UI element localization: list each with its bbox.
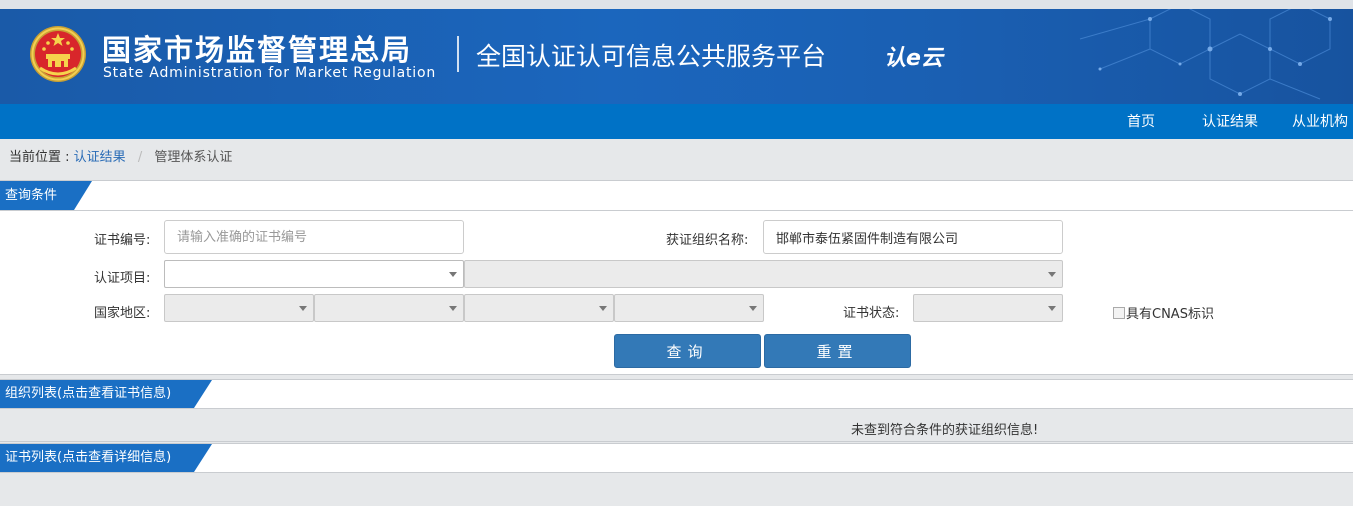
chevron-down-icon (599, 306, 607, 311)
query-section-title: 查询条件 (0, 181, 92, 210)
cert-item-select[interactable] (164, 260, 464, 288)
query-section-header: 查询条件 (0, 181, 1353, 211)
national-emblem-icon (30, 26, 86, 82)
cert-subitem-select[interactable] (464, 260, 1063, 288)
breadcrumb-separator: / (137, 150, 143, 165)
org-list-empty-message: 未查到符合条件的获证组织信息! (851, 423, 1039, 438)
chevron-down-icon (299, 306, 307, 311)
org-list-title: 组织列表(点击查看证书信息) (0, 380, 212, 408)
site-banner: 国家市场监督管理总局 State Administration for Mark… (0, 0, 1353, 104)
cert-status-label: 证书状态: (843, 306, 900, 321)
org-list-section: 组织列表(点击查看证书信息) (0, 379, 1353, 409)
region-province-select[interactable] (314, 294, 464, 322)
cnas-option: 具有CNAS标识 (1113, 303, 1214, 322)
nav-item-institutions[interactable]: 从业机构 (1292, 104, 1348, 139)
region-city-select[interactable] (464, 294, 614, 322)
agency-name-en: State Administration for Market Regulati… (103, 65, 437, 81)
chevron-down-icon (749, 306, 757, 311)
main-nav: 首页 认证结果 从业机构 (0, 104, 1353, 139)
breadcrumb-current: 管理体系认证 (154, 150, 233, 165)
cert-no-input[interactable] (164, 220, 464, 254)
nav-item-home[interactable]: 首页 (1127, 104, 1155, 139)
breadcrumb-link-cert-results[interactable]: 认证结果 (74, 150, 126, 165)
search-button[interactable]: 查询 (614, 334, 761, 368)
org-name-label: 获证组织名称: (666, 233, 749, 248)
region-label: 国家地区: (94, 306, 151, 321)
tech-network-decoration (1079, 9, 1332, 100)
breadcrumb: 当前位置 : 认证结果 / 管理体系认证 (0, 139, 1353, 179)
nav-item-cert-results[interactable]: 认证结果 (1202, 104, 1258, 139)
cert-list-title: 证书列表(点击查看详细信息) (0, 444, 212, 472)
platform-title: 全国认证认可信息公共服务平台 (476, 42, 827, 71)
cert-list-section: 证书列表(点击查看详细信息) (0, 443, 1353, 473)
cert-item-label: 认证项目: (94, 271, 151, 286)
chevron-down-icon (1048, 306, 1056, 311)
region-district-select[interactable] (614, 294, 764, 322)
region-country-select[interactable] (164, 294, 314, 322)
cnas-label: 具有CNAS标识 (1126, 307, 1214, 322)
chevron-down-icon (449, 272, 457, 277)
reset-button[interactable]: 重置 (764, 334, 911, 368)
banner-divider (457, 36, 459, 72)
cnas-checkbox[interactable] (1113, 307, 1125, 319)
org-list-empty-row: 未查到符合条件的获证组织信息! (0, 414, 1353, 442)
breadcrumb-prefix: 当前位置 : (9, 150, 70, 165)
chevron-down-icon (1048, 272, 1056, 277)
org-name-input[interactable] (763, 220, 1063, 254)
platform-logo: 认e云 (884, 46, 943, 71)
cert-no-label: 证书编号: (94, 233, 151, 248)
chevron-down-icon (449, 306, 457, 311)
top-strip (0, 0, 1353, 9)
cert-status-select[interactable] (913, 294, 1063, 322)
agency-name-cn: 国家市场监督管理总局 (102, 33, 413, 67)
